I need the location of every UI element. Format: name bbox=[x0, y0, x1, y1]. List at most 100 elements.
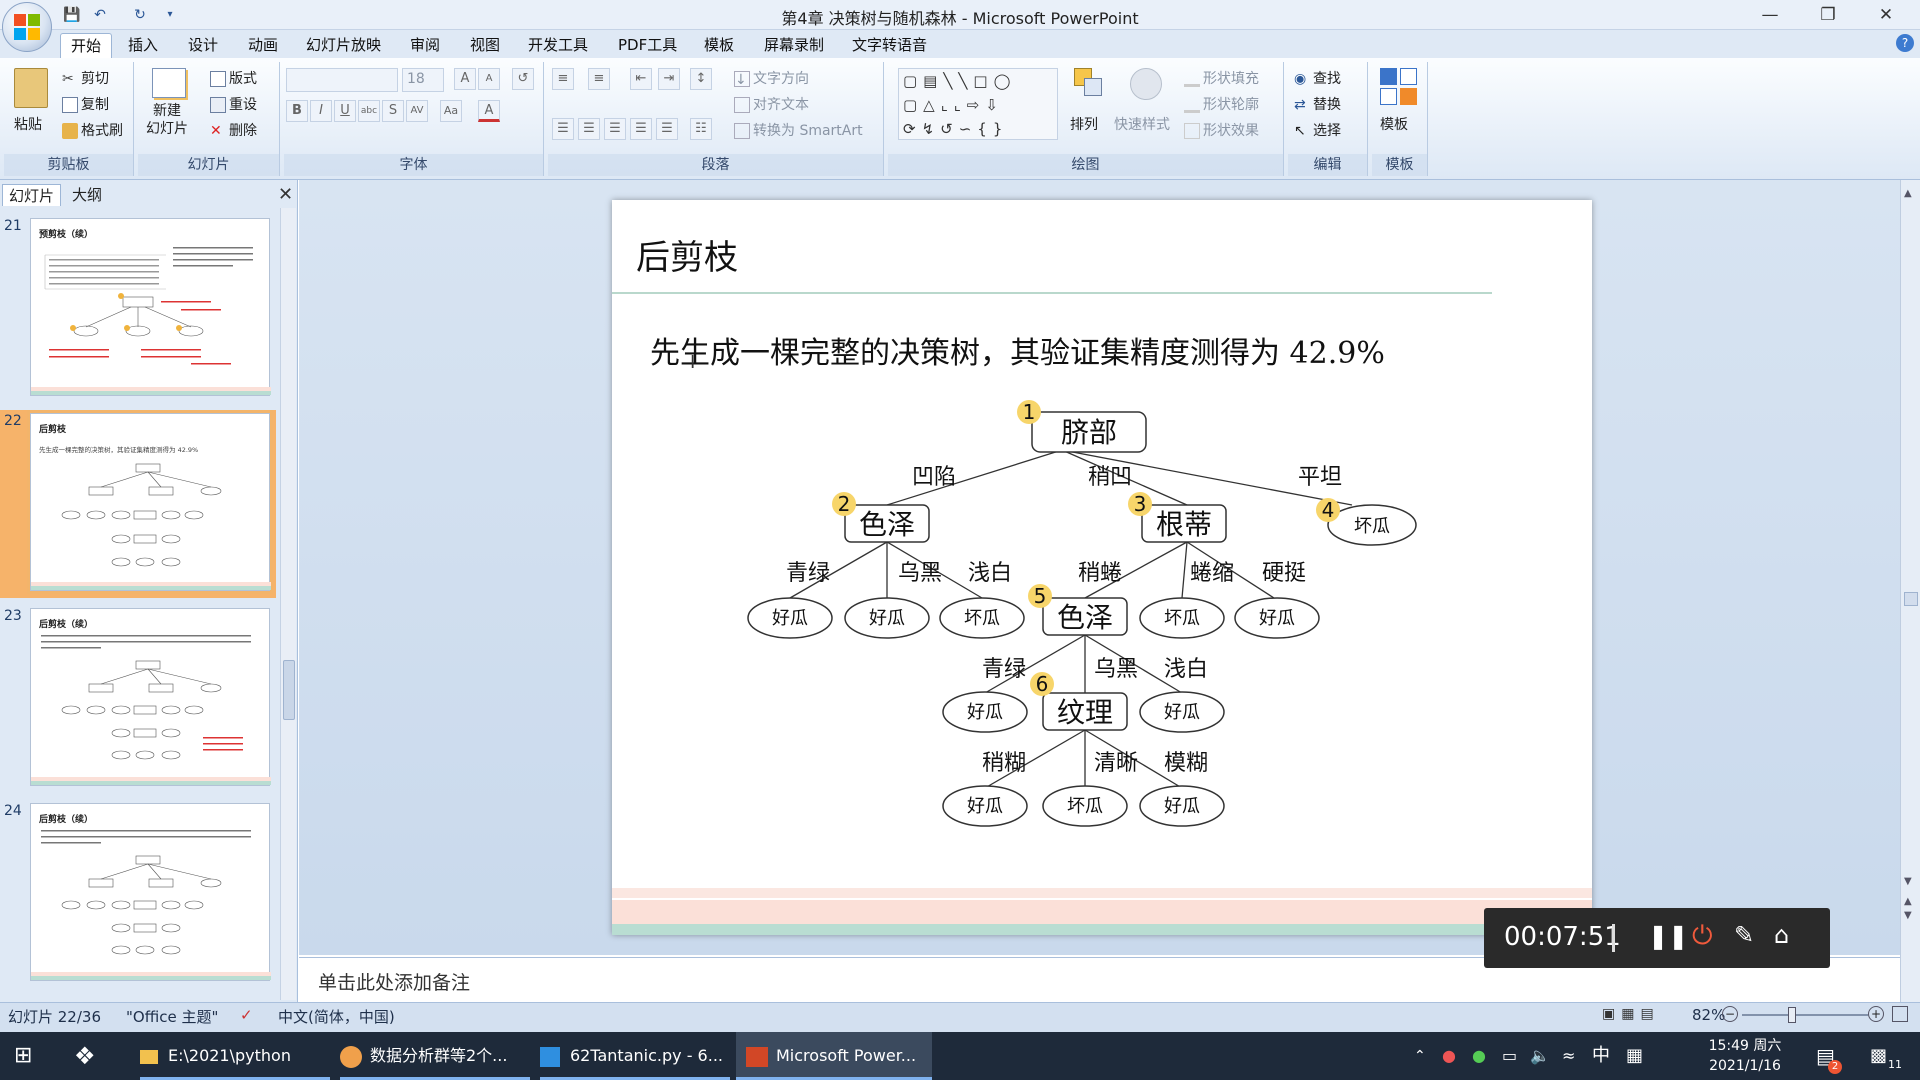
copy-button[interactable]: 复制 bbox=[62, 94, 109, 114]
tab-design[interactable]: 设计 bbox=[178, 33, 228, 58]
line-spacing-icon[interactable]: ↕ bbox=[690, 68, 712, 90]
justify-icon[interactable]: ☰ bbox=[630, 118, 652, 140]
close-button[interactable]: ✕ bbox=[1858, 0, 1914, 30]
slide-thumbnail-22[interactable]: 后剪枝 先生成一棵完整的决策树，其验证集精度测得为 42.9% bbox=[27, 410, 273, 594]
text-direction-button[interactable]: ↓ 文字方向 bbox=[734, 68, 809, 88]
zoom-out-icon[interactable]: − bbox=[1722, 1006, 1738, 1022]
close-pane-icon[interactable]: ✕ bbox=[278, 184, 293, 205]
home-icon[interactable]: ⌂ bbox=[1774, 921, 1789, 949]
volume-icon[interactable]: 🔈 bbox=[1530, 1032, 1550, 1080]
ime-indicator[interactable]: 中 bbox=[1592, 1032, 1610, 1080]
paste-icon[interactable] bbox=[14, 68, 48, 108]
zoom-level[interactable]: 82% bbox=[1692, 1006, 1725, 1024]
bullets-icon[interactable]: ≡ bbox=[552, 68, 574, 90]
align-right-icon[interactable]: ☰ bbox=[604, 118, 626, 140]
shrink-font-icon[interactable]: A bbox=[478, 68, 500, 90]
template-icon[interactable] bbox=[1380, 68, 1418, 106]
shadow-icon[interactable]: S bbox=[382, 100, 404, 122]
pane-scrollbar[interactable] bbox=[280, 208, 296, 1000]
taskbar-item-chat[interactable]: 数据分析群等2个... bbox=[340, 1032, 530, 1080]
tray-security-icon[interactable]: ● bbox=[1472, 1032, 1486, 1080]
windows-start-icon[interactable]: ⊞ bbox=[14, 1032, 32, 1080]
pen-icon[interactable]: ✎ bbox=[1734, 921, 1754, 949]
strikethrough-icon[interactable]: abc bbox=[358, 100, 380, 122]
tab-template[interactable]: 模板 bbox=[694, 33, 744, 58]
zoom-slider[interactable] bbox=[1742, 1007, 1868, 1023]
columns-icon[interactable]: ☷ bbox=[690, 118, 712, 140]
zoom-in-icon[interactable]: + bbox=[1868, 1006, 1884, 1022]
minimize-button[interactable]: — bbox=[1742, 0, 1798, 30]
ime-mode-icon[interactable]: ▦ bbox=[1626, 1032, 1643, 1080]
arrange-icon[interactable] bbox=[1074, 68, 1104, 98]
reset-button[interactable]: 重设 bbox=[210, 94, 257, 114]
taskbar-item-powerpoint[interactable]: Microsoft Power... bbox=[736, 1032, 932, 1080]
tab-slideshow[interactable]: 幻灯片放映 bbox=[296, 33, 391, 58]
clear-format-icon[interactable]: ↺ bbox=[512, 68, 534, 90]
decrease-indent-icon[interactable]: ⇤ bbox=[630, 68, 652, 90]
replace-button[interactable]: ⇄ 替换 bbox=[1294, 94, 1341, 114]
font-size-field[interactable]: 18 bbox=[402, 68, 444, 92]
help-icon[interactable]: ? bbox=[1896, 34, 1914, 52]
language-status[interactable]: 中文(简体，中国) bbox=[278, 1006, 395, 1027]
shape-effects-button[interactable]: 形状效果 bbox=[1184, 120, 1259, 140]
fit-slide-icon[interactable] bbox=[1892, 1006, 1908, 1022]
tab-developer[interactable]: 开发工具 bbox=[518, 33, 598, 58]
new-slide-icon[interactable] bbox=[152, 68, 186, 98]
slide-canvas[interactable]: 后剪枝 先生成一棵完整的决策树，其验证集精度测得为 42.9% I 脐部 色泽 … bbox=[612, 200, 1592, 935]
bold-icon[interactable]: B bbox=[286, 100, 308, 122]
quick-styles-icon[interactable] bbox=[1130, 68, 1162, 100]
battery-icon[interactable]: ▭ bbox=[1502, 1032, 1517, 1080]
tab-insert[interactable]: 插入 bbox=[118, 33, 168, 58]
editor-scrollbar[interactable]: ▲ ▼ ▲ ▼ bbox=[1900, 180, 1920, 1002]
quick-styles-button[interactable]: 快速样式 bbox=[1114, 114, 1170, 134]
app-swirl-icon[interactable]: ❖ bbox=[74, 1032, 96, 1080]
tab-animation[interactable]: 动画 bbox=[238, 33, 288, 58]
select-button[interactable]: ↖ 选择 bbox=[1294, 120, 1341, 140]
tab-screen-record[interactable]: 屏幕录制 bbox=[754, 33, 834, 58]
shape-outline-button[interactable]: 形状轮廓 bbox=[1184, 94, 1259, 114]
pause-icon[interactable]: ❚❚ bbox=[1648, 922, 1688, 950]
convert-smartart-button[interactable]: 转换为 SmartArt bbox=[734, 120, 863, 140]
layout-button[interactable]: 版式 bbox=[210, 68, 257, 88]
underline-icon[interactable]: U bbox=[334, 100, 356, 122]
stop-power-icon[interactable]: ⏻ bbox=[1692, 921, 1713, 952]
font-color-icon[interactable]: A bbox=[478, 100, 500, 122]
clock[interactable]: 15:49 周六 2021/1/16 bbox=[1690, 1036, 1800, 1076]
align-center-icon[interactable]: ☰ bbox=[578, 118, 600, 140]
shape-fill-button[interactable]: 形状填充 bbox=[1184, 68, 1259, 88]
italic-icon[interactable]: I bbox=[310, 100, 332, 122]
cut-button[interactable]: ✂ 剪切 bbox=[62, 68, 109, 88]
slide-thumbnail-23[interactable]: 后剪枝（续） bbox=[30, 608, 271, 786]
notes-placeholder[interactable]: 单击此处添加备注 bbox=[318, 968, 470, 995]
tab-review[interactable]: 审阅 bbox=[400, 33, 450, 58]
tab-view[interactable]: 视图 bbox=[460, 33, 510, 58]
network-icon[interactable]: ≈ bbox=[1562, 1032, 1575, 1080]
view-buttons[interactable]: ▣▦▤ bbox=[1602, 1006, 1684, 1028]
increase-indent-icon[interactable]: ⇥ bbox=[658, 68, 680, 90]
office-button[interactable] bbox=[2, 2, 52, 52]
new-slide-button[interactable]: 新建 幻灯片 bbox=[146, 102, 188, 138]
tray-chevron-icon[interactable]: ⌃ bbox=[1414, 1032, 1426, 1080]
spellcheck-icon[interactable]: ✓ bbox=[240, 1006, 253, 1024]
font-name-field[interactable] bbox=[286, 68, 398, 92]
format-painter-button[interactable]: 格式刷 bbox=[62, 120, 123, 140]
template-button[interactable]: 模板 bbox=[1380, 114, 1408, 134]
paste-button[interactable]: 粘贴 bbox=[14, 114, 42, 134]
restore-button[interactable]: ❐ bbox=[1800, 0, 1856, 30]
tab-home[interactable]: 开始 bbox=[60, 33, 113, 58]
align-left-icon[interactable]: ☰ bbox=[552, 118, 574, 140]
arrange-button[interactable]: 排列 bbox=[1070, 114, 1098, 134]
slide-thumbnail-21[interactable]: 预剪枝（续） bbox=[30, 218, 271, 396]
grow-font-icon[interactable]: A bbox=[454, 68, 476, 90]
tab-outline[interactable]: 大纲 bbox=[66, 184, 108, 206]
tab-pdf-tools[interactable]: PDF工具 bbox=[608, 33, 687, 58]
find-button[interactable]: ◉ 查找 bbox=[1294, 68, 1341, 88]
theme-name[interactable]: "Office 主题" bbox=[126, 1006, 218, 1027]
action-center-icon[interactable]: ▩ bbox=[1870, 1032, 1887, 1080]
taskbar-item-vscode[interactable]: 62Tantanic.py - 6... bbox=[540, 1032, 730, 1080]
slide-thumbnail-24[interactable]: 后剪枝（续） bbox=[30, 803, 271, 981]
taskbar-item-explorer[interactable]: E:\2021\python bbox=[140, 1032, 330, 1080]
align-text-button[interactable]: 对齐文本 bbox=[734, 94, 809, 114]
char-spacing-icon[interactable]: AV bbox=[406, 100, 428, 122]
tab-slides[interactable]: 幻灯片 bbox=[2, 184, 62, 206]
